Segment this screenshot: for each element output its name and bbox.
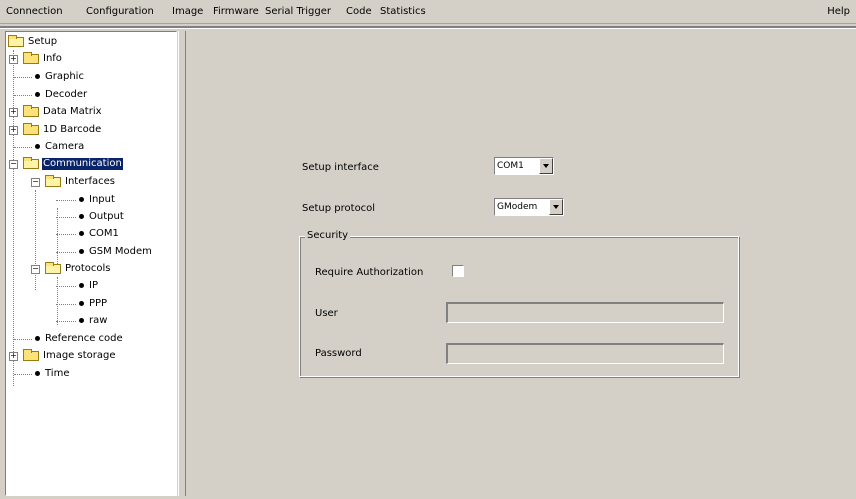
- tree-line: [14, 95, 32, 96]
- menu-configuration[interactable]: Configuration: [86, 6, 154, 17]
- folder-icon: [23, 52, 39, 64]
- menu-help[interactable]: Help: [827, 6, 850, 17]
- folder-open-icon: [45, 175, 61, 187]
- tree-line: [57, 277, 58, 325]
- setup-protocol-value: GModem: [497, 202, 538, 212]
- tree-line: [56, 304, 76, 305]
- setup-protocol-label: Setup protocol: [302, 203, 376, 214]
- leaf-icon: [35, 144, 40, 149]
- folder-open-icon: [45, 262, 61, 274]
- tree-line: [13, 50, 14, 386]
- chevron-down-icon[interactable]: [549, 199, 563, 215]
- leaf-icon: [35, 74, 40, 79]
- panel-splitter[interactable]: [178, 31, 186, 496]
- leaf-icon: [79, 214, 84, 219]
- tree-line: [56, 234, 76, 235]
- collapse-icon[interactable]: −: [9, 160, 18, 169]
- menu-connection[interactable]: Connection: [6, 6, 63, 17]
- leaf-icon: [79, 301, 84, 306]
- security-title: Security: [305, 230, 351, 241]
- tree-line: [14, 147, 32, 148]
- leaf-icon: [79, 197, 84, 202]
- tree-line: [56, 321, 76, 322]
- expand-icon[interactable]: +: [9, 108, 18, 117]
- tree-line: [35, 190, 36, 290]
- setup-tree[interactable]: Setup + Info Graphic Decoder + Data Matr…: [5, 31, 177, 496]
- menu-bar: Connection Configuration Image Firmware …: [0, 0, 856, 24]
- tree-line: [14, 374, 32, 375]
- collapse-icon[interactable]: −: [31, 178, 40, 187]
- user-field[interactable]: [446, 302, 724, 323]
- leaf-icon: [35, 92, 40, 97]
- leaf-icon: [79, 318, 84, 323]
- leaf-icon: [35, 371, 40, 376]
- user-label: User: [315, 308, 338, 319]
- tree-line: [56, 286, 76, 287]
- menu-firmware[interactable]: Firmware: [213, 6, 259, 17]
- menu-separator: [0, 26, 856, 29]
- expand-icon[interactable]: +: [9, 352, 18, 361]
- leaf-icon: [79, 283, 84, 288]
- setup-interface-value: COM1: [497, 161, 524, 171]
- folder-open-icon: [8, 35, 24, 47]
- setup-interface-select[interactable]: COM1: [494, 157, 554, 175]
- leaf-icon: [79, 231, 84, 236]
- require-auth-label: Require Authorization: [315, 267, 424, 278]
- collapse-icon[interactable]: −: [31, 265, 40, 274]
- tree-line: [14, 77, 32, 78]
- tree-line: [56, 217, 76, 218]
- setup-interface-label: Setup interface: [302, 162, 379, 173]
- menu-serial-trigger[interactable]: Serial Trigger: [265, 6, 331, 17]
- require-auth-checkbox[interactable]: [452, 265, 464, 277]
- tree-line: [56, 252, 76, 253]
- menu-image[interactable]: Image: [172, 6, 203, 17]
- chevron-down-icon[interactable]: [539, 158, 553, 174]
- folder-open-icon: [23, 157, 39, 169]
- expand-icon[interactable]: +: [9, 126, 18, 135]
- tree-line: [14, 339, 32, 340]
- menu-statistics[interactable]: Statistics: [380, 6, 426, 17]
- setup-protocol-select[interactable]: GModem: [494, 198, 564, 216]
- folder-icon: [23, 105, 39, 117]
- folder-icon: [23, 123, 39, 135]
- folder-icon: [23, 349, 39, 361]
- password-field[interactable]: [446, 343, 724, 364]
- password-label: Password: [315, 348, 362, 359]
- leaf-icon: [35, 336, 40, 341]
- expand-icon[interactable]: +: [9, 55, 18, 64]
- tree-line: [56, 200, 76, 201]
- menu-code[interactable]: Code: [346, 6, 372, 17]
- leaf-icon: [79, 249, 84, 254]
